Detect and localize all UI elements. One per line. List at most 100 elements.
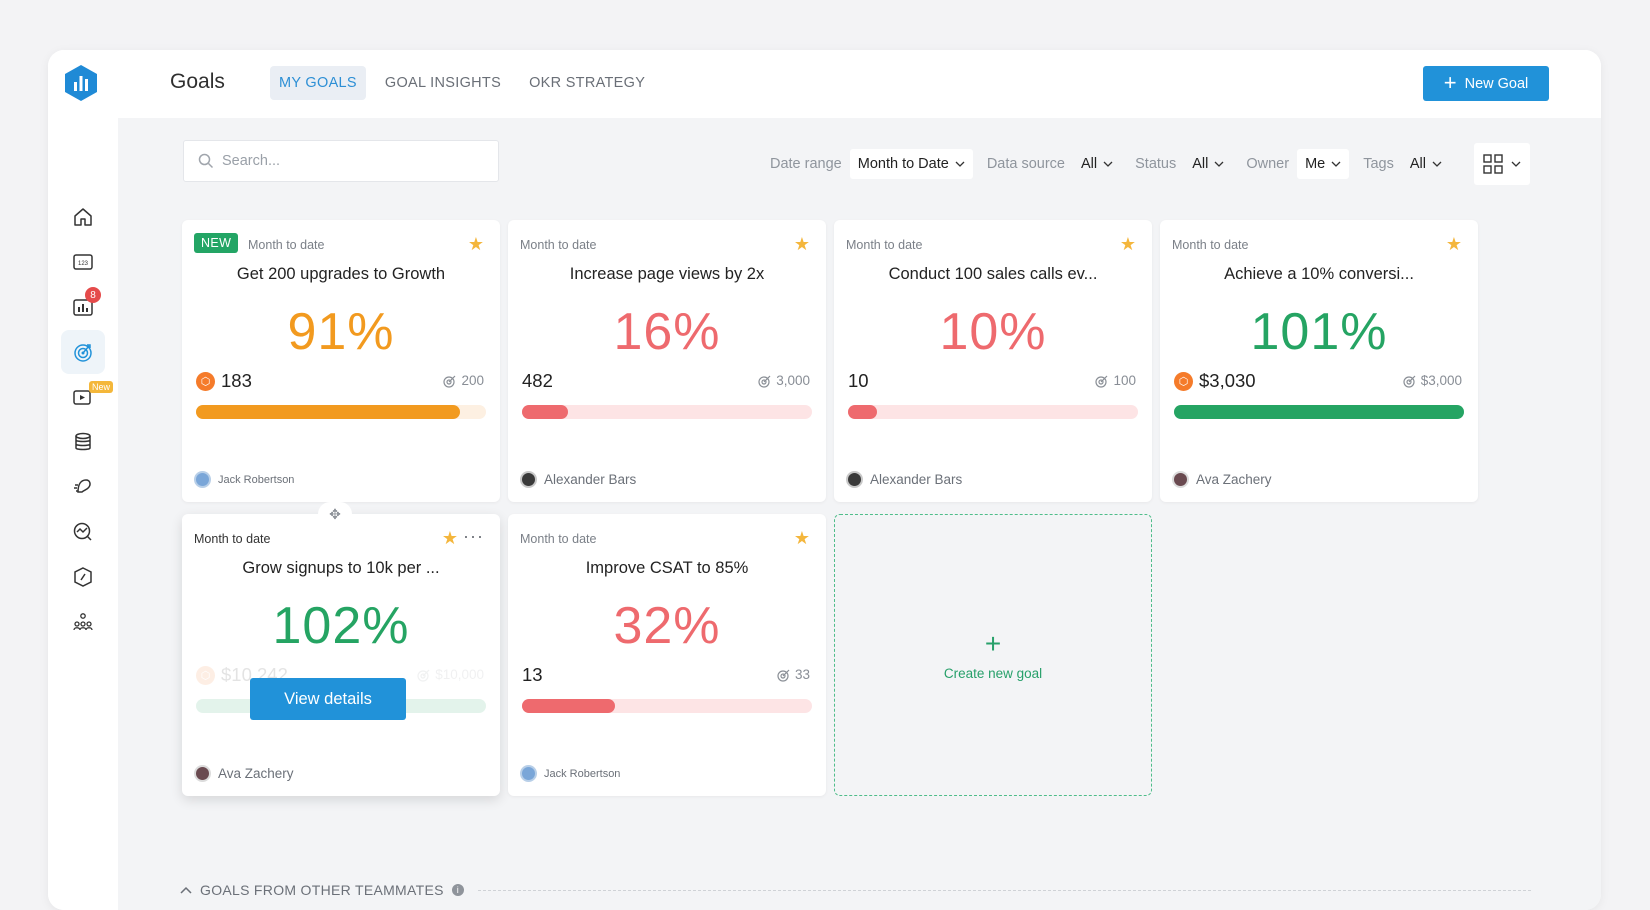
team-icon[interactable] [61, 600, 105, 644]
target-value-text: 200 [461, 373, 484, 388]
owner-name: Ava Zachery [1196, 472, 1272, 487]
databox-logo-icon[interactable] [64, 64, 98, 102]
star-icon[interactable]: ★ [794, 234, 810, 255]
reports-icon[interactable]: 8 [61, 285, 105, 329]
target-value-text: 33 [794, 667, 810, 682]
tags-dropdown[interactable]: All [1402, 149, 1450, 179]
drag-handle-icon[interactable]: ✥ [318, 502, 352, 526]
more-options-icon[interactable]: ··· [463, 526, 484, 547]
svg-text:123: 123 [78, 261, 89, 267]
view-toggle-button[interactable] [1474, 143, 1530, 185]
current-value-text: 13 [522, 664, 543, 685]
goal-current-value: 13 [522, 664, 543, 686]
goal-current-value: 10 [848, 370, 869, 392]
goal-tabs: MY GOALS GOAL INSIGHTS OKR STRATEGY [270, 66, 654, 100]
goal-target: 33 [777, 667, 810, 682]
progress-fill [196, 405, 460, 419]
chevron-down-icon [1511, 161, 1521, 167]
avatar [520, 765, 537, 782]
goal-target: 3,000 [758, 373, 810, 388]
target-value-text: $10,000 [435, 667, 484, 682]
target-icon [417, 669, 430, 682]
status-value: All [1192, 156, 1209, 172]
goal-owner: Ava Zachery [194, 765, 294, 782]
progress-fill [1174, 405, 1464, 419]
goal-card[interactable]: Month to date ★ Achieve a 10% conversi..… [1160, 220, 1478, 502]
star-icon[interactable]: ★ [1120, 234, 1136, 255]
star-icon[interactable]: ★ [442, 528, 458, 549]
goal-period: Month to date [248, 238, 325, 252]
metrics-icon[interactable]: 123 [61, 240, 105, 284]
tab-my-goals[interactable]: MY GOALS [270, 66, 366, 100]
owner-name: Jack Robertson [544, 767, 621, 780]
data-source-label: Data source [986, 156, 1065, 172]
goal-period: Month to date [846, 238, 923, 252]
goal-percent: 102% [272, 597, 410, 655]
tags-label: Tags [1363, 156, 1394, 172]
goal-card[interactable]: NEW Month to date ★ Get 200 upgrades to … [182, 220, 500, 502]
sidebar: 123 8 New [48, 50, 118, 910]
chevron-up-icon[interactable] [180, 886, 192, 894]
goal-target: 200 [443, 373, 484, 388]
goal-card[interactable]: Month to date ★ Improve CSAT to 85% 32% … [508, 514, 826, 796]
owner-name: Jack Robertson [218, 473, 295, 486]
view-details-button[interactable]: View details [250, 678, 406, 720]
info-icon[interactable]: i [451, 884, 464, 896]
star-icon[interactable]: ★ [468, 234, 484, 255]
goal-card[interactable]: ✥ Month to date ★ ··· Grow signups to 10… [182, 502, 500, 796]
goal-card[interactable]: Month to date ★ Conduct 100 sales calls … [834, 220, 1152, 502]
data-source-dropdown[interactable]: All [1073, 149, 1121, 179]
alerts-icon[interactable] [61, 465, 105, 509]
plus-icon: + [984, 627, 1002, 659]
performance-icon[interactable] [61, 555, 105, 599]
create-goal-card[interactable]: + Create new goal [834, 514, 1152, 796]
teammates-goals-section[interactable]: GOALS FROM OTHER TEAMMATES i [180, 882, 1531, 898]
progress-bar [196, 405, 486, 419]
owner-name: Alexander Bars [870, 472, 963, 487]
star-icon[interactable]: ★ [794, 528, 810, 549]
data-source-value: All [1081, 156, 1098, 172]
filter-bar: Date range Month to Date Data source All… [770, 143, 1530, 185]
goal-current-value: ⬡ 183 [196, 370, 252, 392]
goal-owner: Alexander Bars [520, 471, 636, 488]
datasets-icon[interactable] [61, 420, 105, 464]
tab-okr-strategy[interactable]: OKR STRATEGY [520, 66, 654, 100]
search-placeholder: Search... [222, 153, 281, 169]
hubspot-icon: ⬡ [196, 665, 215, 685]
goal-percent: 101% [1250, 303, 1388, 361]
page-title: Goals [170, 70, 225, 93]
chevron-down-icon [1331, 161, 1341, 167]
target-icon [777, 669, 790, 682]
analytics-icon[interactable] [61, 510, 105, 554]
progress-bar [1174, 405, 1464, 419]
goal-period: Month to date [520, 532, 597, 546]
star-icon[interactable]: ★ [1446, 234, 1462, 255]
goal-title: Grow signups to 10k per ... [242, 559, 440, 577]
hubspot-icon: ⬡ [196, 371, 215, 391]
status-dropdown[interactable]: All [1184, 149, 1232, 179]
goal-card[interactable]: Month to date ★ Increase page views by 2… [508, 220, 826, 502]
search-input[interactable]: Search... [183, 140, 499, 182]
home-icon[interactable] [61, 195, 105, 239]
goal-current-value: 482 [522, 370, 553, 392]
hubspot-icon: ⬡ [1174, 371, 1193, 391]
target-value-text: 100 [1113, 373, 1136, 388]
goal-target: 100 [1095, 373, 1136, 388]
new-goal-label: New Goal [1464, 75, 1529, 92]
date-range-dropdown[interactable]: Month to Date [849, 149, 973, 179]
current-value-text: $3,030 [1199, 370, 1256, 391]
goal-title: Increase page views by 2x [569, 265, 765, 283]
tab-goal-insights[interactable]: GOAL INSIGHTS [376, 66, 510, 100]
video-icon[interactable]: New [61, 375, 113, 419]
goal-owner: Jack Robertson [520, 765, 620, 782]
goal-title: Get 200 upgrades to Growth [236, 265, 446, 283]
divider [477, 889, 1531, 891]
status-label: Status [1135, 156, 1177, 172]
new-goal-button[interactable]: + New Goal [1423, 66, 1549, 101]
owner-dropdown[interactable]: Me [1297, 149, 1350, 179]
owner-value: Me [1305, 156, 1326, 172]
target-value-text: 3,000 [776, 373, 810, 388]
goal-period: Month to date [1172, 238, 1249, 252]
goals-icon[interactable] [61, 330, 105, 374]
avatar [520, 471, 537, 488]
